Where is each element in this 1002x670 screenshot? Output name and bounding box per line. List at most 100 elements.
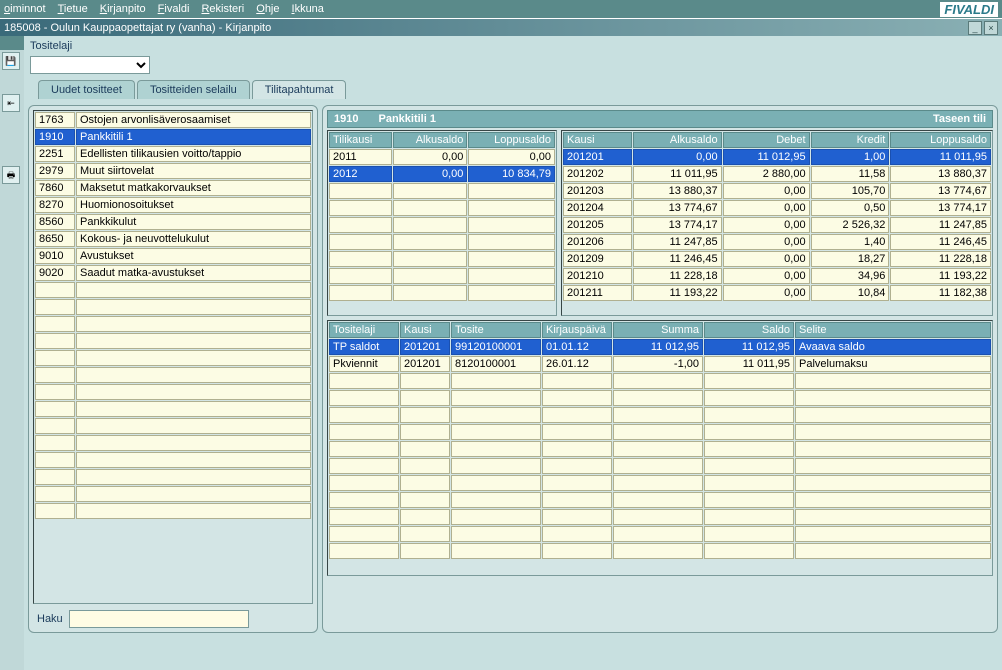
tabs: Uudet tositteetTositteiden selailuTilita… bbox=[38, 80, 996, 99]
table-row[interactable] bbox=[329, 285, 555, 301]
table-row[interactable] bbox=[329, 234, 555, 250]
table-row[interactable]: TP saldot2012019912010000101.01.1211 012… bbox=[329, 339, 991, 355]
table-row[interactable] bbox=[329, 217, 555, 233]
table-row[interactable]: 9010Avustukset bbox=[35, 248, 311, 264]
table-row[interactable] bbox=[35, 452, 311, 468]
table-row[interactable] bbox=[35, 401, 311, 417]
menu-item[interactable]: Ikkuna bbox=[292, 3, 324, 15]
tilikausi-table: TilikausiAlkusaldoLoppusaldo 20110,000,0… bbox=[328, 131, 556, 302]
col-header: Summa bbox=[613, 322, 703, 338]
col-header: Debet bbox=[723, 132, 810, 148]
tab[interactable]: Uudet tositteet bbox=[38, 80, 135, 99]
col-header: Loppusaldo bbox=[890, 132, 991, 148]
col-header: Tilikausi bbox=[329, 132, 392, 148]
table-row[interactable] bbox=[329, 390, 991, 406]
col-header: Saldo bbox=[704, 322, 794, 338]
table-row[interactable] bbox=[329, 441, 991, 457]
table-row[interactable] bbox=[35, 503, 311, 519]
print-icon[interactable]: 🖶 bbox=[2, 166, 20, 184]
table-row[interactable]: 9020Saadut matka-avustukset bbox=[35, 265, 311, 281]
table-row[interactable]: 8270Huomionosoitukset bbox=[35, 197, 311, 213]
detail-panel: 1910 Pankkitili 1 Taseen tili TilikausiA… bbox=[322, 105, 998, 633]
table-row[interactable]: 20120911 246,450,0018,2711 228,18 bbox=[563, 251, 991, 267]
menu-items: oiminnot Tietue Kirjanpito Fivaldi Rekisteri… bbox=[4, 3, 324, 15]
window-controls: _ × bbox=[968, 21, 998, 35]
header-type: Taseen tili bbox=[933, 113, 986, 125]
table-row[interactable] bbox=[35, 384, 311, 400]
close-icon[interactable]: × bbox=[984, 21, 998, 35]
table-row[interactable] bbox=[329, 526, 991, 542]
table-row[interactable]: 20120611 247,850,001,4011 246,45 bbox=[563, 234, 991, 250]
table-row[interactable] bbox=[35, 282, 311, 298]
table-row[interactable]: 2979Muut siirtovelat bbox=[35, 163, 311, 179]
table-row[interactable]: 20120313 880,370,00105,7013 774,67 bbox=[563, 183, 991, 199]
table-row[interactable]: 1763Ostojen arvonlisäverosaamiset bbox=[35, 112, 311, 128]
table-row[interactable]: 20110,000,00 bbox=[329, 149, 555, 165]
table-row[interactable] bbox=[35, 418, 311, 434]
col-header: Loppusaldo bbox=[468, 132, 555, 148]
table-row[interactable] bbox=[35, 367, 311, 383]
table-row[interactable] bbox=[329, 543, 991, 559]
table-row[interactable] bbox=[35, 350, 311, 366]
table-row[interactable] bbox=[35, 469, 311, 485]
table-row[interactable] bbox=[329, 492, 991, 508]
menu-item[interactable]: Rekisteri bbox=[201, 3, 244, 15]
table-row[interactable] bbox=[329, 200, 555, 216]
tab[interactable]: Tilitapahtumat bbox=[252, 80, 347, 99]
table-row[interactable] bbox=[329, 183, 555, 199]
tositelaji-combo[interactable] bbox=[30, 56, 150, 74]
table-row[interactable]: 20121111 193,220,0010,8411 182,38 bbox=[563, 285, 991, 301]
save-icon[interactable]: 💾 bbox=[2, 52, 20, 70]
table-row[interactable] bbox=[329, 373, 991, 389]
menu-item[interactable]: oiminnot bbox=[4, 3, 46, 15]
haku-input[interactable] bbox=[69, 610, 249, 628]
detail-scroll[interactable]: TositelajiKausiTositeKirjauspäiväSummaSa… bbox=[327, 320, 993, 576]
table-row[interactable]: 20120211 011,952 880,0011,5813 880,37 bbox=[563, 166, 991, 182]
table-row[interactable]: 20120413 774,670,000,5013 774,17 bbox=[563, 200, 991, 216]
header-code: 1910 bbox=[334, 113, 358, 125]
table-row[interactable]: 20121011 228,180,0034,9611 193,22 bbox=[563, 268, 991, 284]
menubar: oiminnot Tietue Kirjanpito Fivaldi Rekisteri… bbox=[0, 0, 1002, 18]
account-header: 1910 Pankkitili 1 Taseen tili bbox=[327, 110, 993, 128]
table-row[interactable]: 8560Pankkikulut bbox=[35, 214, 311, 230]
table-row[interactable] bbox=[35, 435, 311, 451]
table-row[interactable] bbox=[329, 458, 991, 474]
table-row[interactable]: Pkviennit201201812010000126.01.12-1,0011… bbox=[329, 356, 991, 372]
table-row[interactable]: 1910Pankkitili 1 bbox=[35, 129, 311, 145]
col-header: Tosite bbox=[451, 322, 541, 338]
col-header: Kirjauspäivä bbox=[542, 322, 612, 338]
back-icon[interactable]: ⇤ bbox=[2, 94, 20, 112]
table-row[interactable]: 8650Kokous- ja neuvottelukulut bbox=[35, 231, 311, 247]
table-row[interactable] bbox=[329, 407, 991, 423]
table-row[interactable]: 2251Edellisten tilikausien voitto/tappio bbox=[35, 146, 311, 162]
table-row[interactable]: 7860Maksetut matkakorvaukset bbox=[35, 180, 311, 196]
table-row[interactable] bbox=[35, 333, 311, 349]
table-row[interactable] bbox=[329, 268, 555, 284]
table-row[interactable]: 2012010,0011 012,951,0011 011,95 bbox=[563, 149, 991, 165]
menu-item[interactable]: Ohje bbox=[256, 3, 279, 15]
col-header: Kausi bbox=[400, 322, 450, 338]
menu-item[interactable]: Fivaldi bbox=[158, 3, 190, 15]
table-row[interactable] bbox=[329, 424, 991, 440]
table-row[interactable] bbox=[329, 509, 991, 525]
minimize-icon[interactable]: _ bbox=[968, 21, 982, 35]
menu-item[interactable]: Tietue bbox=[58, 3, 88, 15]
accounts-scroll[interactable]: 1763Ostojen arvonlisäverosaamiset1910Pan… bbox=[33, 110, 313, 604]
col-header: Selite bbox=[795, 322, 991, 338]
table-row[interactable] bbox=[35, 316, 311, 332]
menu-item[interactable]: Kirjanpito bbox=[100, 3, 146, 15]
table-row[interactable] bbox=[35, 299, 311, 315]
table-row[interactable] bbox=[35, 486, 311, 502]
logo: FIVALDI bbox=[940, 2, 998, 17]
tilikausi-scroll[interactable]: TilikausiAlkusaldoLoppusaldo 20110,000,0… bbox=[327, 130, 557, 316]
window-titlebar: 185008 - Oulun Kauppaopettajat ry (vanha… bbox=[0, 18, 1002, 36]
kausi-scroll[interactable]: KausiAlkusaldoDebetKreditLoppusaldo 2012… bbox=[561, 130, 993, 316]
detail-table: TositelajiKausiTositeKirjauspäiväSummaSa… bbox=[328, 321, 992, 560]
table-row[interactable]: 20120513 774,170,002 526,3211 247,85 bbox=[563, 217, 991, 233]
table-row[interactable] bbox=[329, 475, 991, 491]
table-row[interactable] bbox=[329, 251, 555, 267]
col-header: Tositelaji bbox=[329, 322, 399, 338]
tab[interactable]: Tositteiden selailu bbox=[137, 80, 250, 99]
col-header: Kausi bbox=[563, 132, 632, 148]
table-row[interactable]: 20120,0010 834,79 bbox=[329, 166, 555, 182]
